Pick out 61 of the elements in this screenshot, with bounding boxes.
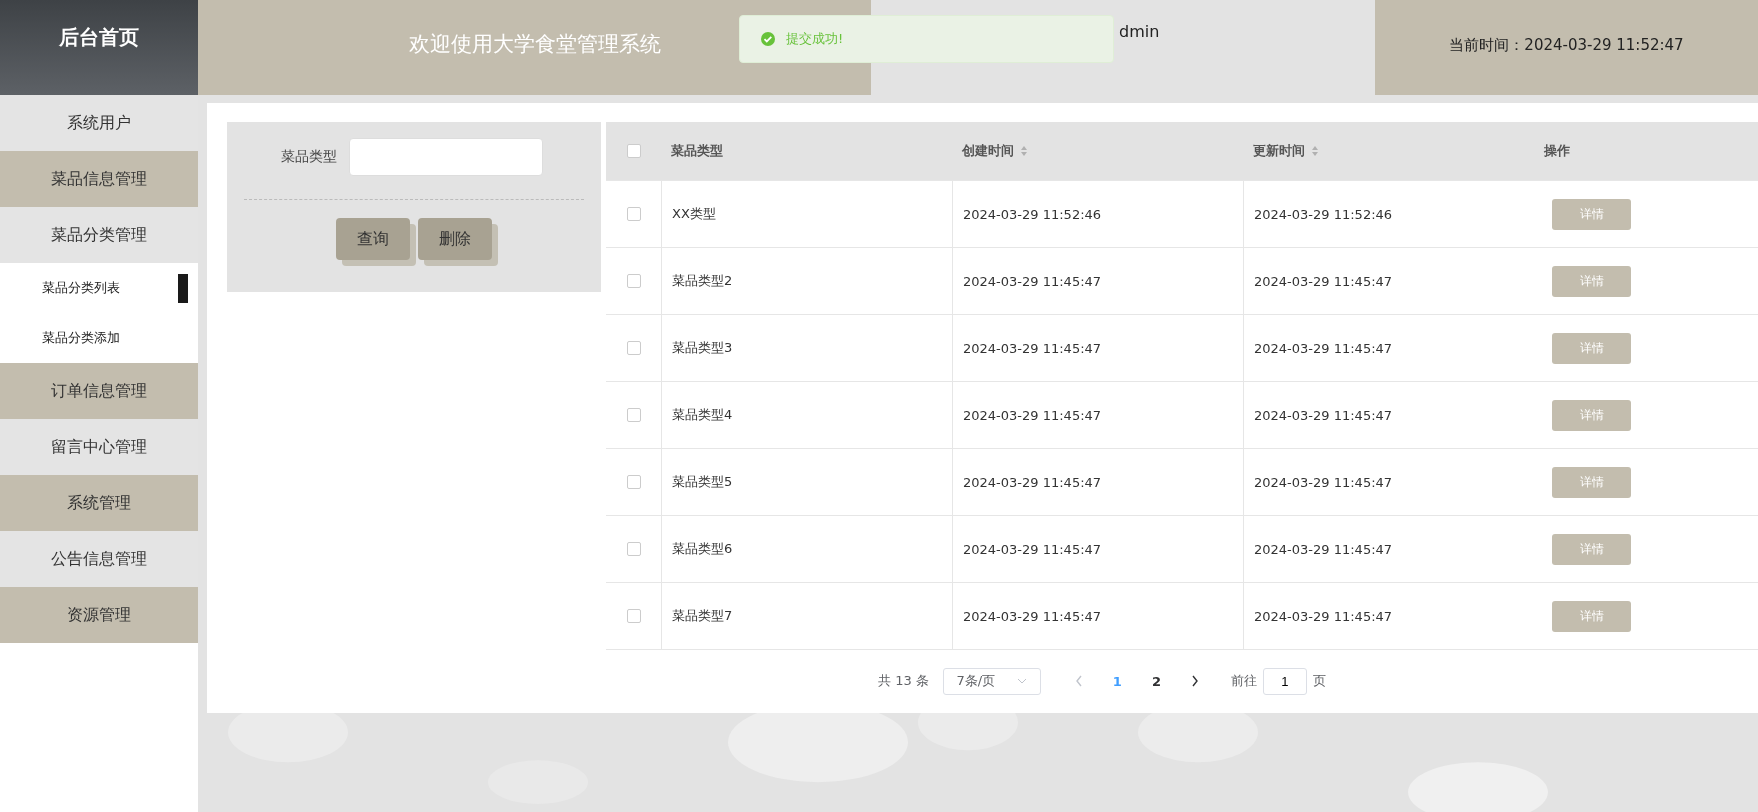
table-cell: 2024-03-29 11:52:46 [1254, 206, 1393, 222]
row-checkbox[interactable] [626, 609, 641, 623]
table-cell: 菜品类型7 [672, 607, 733, 625]
sort-icon[interactable] [1311, 145, 1319, 157]
row-checkbox[interactable] [626, 274, 641, 288]
table-cell: 2024-03-29 11:45:47 [963, 474, 1102, 490]
table-cell: 菜品类型5 [672, 473, 733, 491]
username[interactable]: dmin [1119, 22, 1160, 41]
field-label: 菜品类型 [281, 148, 337, 166]
menu-item[interactable]: 留言中心管理 [0, 419, 198, 475]
menu-item[interactable]: 菜品分类管理 [0, 207, 198, 263]
active-marker [178, 274, 188, 303]
previous-page-icon[interactable] [1074, 675, 1083, 687]
table-cell: 2024-03-29 11:45:47 [1254, 340, 1393, 356]
table-cell: XX类型 [672, 205, 716, 223]
row-checkbox[interactable] [626, 408, 641, 422]
table-cell: 2024-03-29 11:45:47 [1254, 608, 1393, 624]
goto-label: 前往 [1230, 672, 1257, 690]
sort-icon[interactable] [1020, 145, 1028, 157]
page-suffix: 页 [1312, 672, 1326, 690]
row-checkbox[interactable] [626, 207, 641, 221]
table-cell: 2024-03-29 11:45:47 [963, 340, 1102, 356]
row-checkbox[interactable] [626, 542, 641, 556]
column-header: 操作 [1544, 142, 1570, 160]
table-cell: 2024-03-29 11:52:46 [963, 206, 1102, 222]
page-number[interactable]: 2 [1143, 673, 1169, 689]
page-size-select[interactable]: 7条/页 [942, 667, 1041, 695]
table-cell: 2024-03-29 11:45:47 [1254, 407, 1393, 423]
menu-item[interactable]: 公告信息管理 [0, 531, 198, 587]
menu-item[interactable]: 订单信息管理 [0, 363, 198, 419]
row-checkbox[interactable] [626, 341, 641, 355]
toast-message: 提交成功! [786, 30, 844, 48]
table-cell: 2024-03-29 11:45:47 [963, 407, 1102, 423]
check-circle-icon [760, 31, 776, 47]
table-cell: 菜品类型3 [672, 339, 733, 357]
table-cell: 2024-03-29 11:45:47 [963, 273, 1102, 289]
column-header[interactable]: 创建时间 [962, 142, 1028, 160]
next-page-icon[interactable] [1190, 675, 1199, 687]
table-cell: 菜品类型2 [672, 272, 733, 290]
menu-item[interactable]: 资源管理 [0, 587, 198, 643]
menu-item[interactable]: 系统管理 [0, 475, 198, 531]
table-cell: 2024-03-29 11:45:47 [963, 541, 1102, 557]
chevron-down-icon [1017, 678, 1028, 684]
site-title: 欢迎使用大学食堂管理系统 [408, 31, 661, 58]
column-header[interactable]: 更新时间 [1253, 142, 1319, 160]
column-header: 菜品类型 [671, 142, 723, 160]
table-cell: 菜品类型6 [672, 540, 733, 558]
table-cell: 2024-03-29 11:45:47 [1254, 273, 1393, 289]
brand-title: 后台首页 [59, 24, 139, 51]
select-all-checkbox[interactable] [626, 144, 641, 158]
current-time: 当前时间：2024-03-29 11:52:47 [1449, 36, 1684, 56]
table-cell: 菜品类型4 [672, 406, 733, 424]
table-cell: 2024-03-29 11:45:47 [963, 608, 1102, 624]
menu-item[interactable]: 菜品信息管理 [0, 151, 198, 207]
table-cell: 2024-03-29 11:45:47 [1254, 541, 1393, 557]
total-count: 共 13 条 [878, 672, 929, 690]
search-field[interactable] [349, 138, 543, 176]
menu-item[interactable]: 系统用户 [0, 95, 198, 151]
row-checkbox[interactable] [626, 475, 641, 489]
table-cell: 2024-03-29 11:45:47 [1254, 474, 1393, 490]
page-input[interactable]: 1 [1262, 667, 1307, 695]
